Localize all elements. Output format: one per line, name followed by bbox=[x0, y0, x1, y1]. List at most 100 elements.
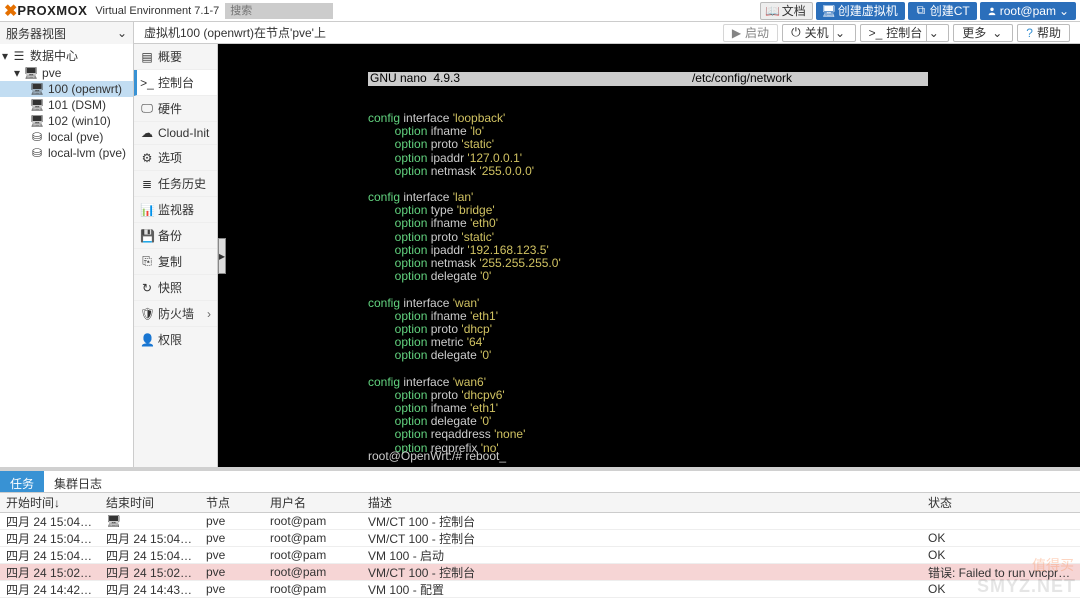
sidemenu-item[interactable]: ⎘复制 bbox=[134, 249, 217, 275]
col-node[interactable]: 节点 bbox=[200, 494, 264, 511]
cell-status: OK bbox=[922, 531, 1080, 545]
vm-console[interactable]: GNU nano 4.9.3 /etc/config/network confi… bbox=[218, 44, 1080, 467]
sidemenu-label: 概要 bbox=[158, 48, 182, 65]
table-row[interactable]: 四月 24 15:04:30四月 24 15:04:31pveroot@pamV… bbox=[0, 547, 1080, 564]
resource-tree[interactable]: ▾☰数据中心▾🖥pve🖥100 (openwrt)🖥101 (DSM)🖥102 … bbox=[0, 44, 134, 467]
cell-end: 🖥 bbox=[100, 514, 200, 528]
sidemenu-label: 监视器 bbox=[158, 201, 194, 218]
docs-label: 文档 bbox=[782, 2, 806, 19]
tree-item[interactable]: ⛁ local-lvm (pve) bbox=[0, 145, 133, 161]
sidemenu-item[interactable]: ≣任务历史 bbox=[134, 171, 217, 197]
sidemenu-item[interactable]: 💾备份 bbox=[134, 223, 217, 249]
col-desc[interactable]: 描述 bbox=[362, 494, 922, 511]
table-row[interactable]: 四月 24 15:02:23四月 24 15:02:27pveroot@pamV… bbox=[0, 564, 1080, 581]
sidemenu-item[interactable]: 👤 权限 bbox=[134, 327, 217, 352]
storage-icon: ⛁ bbox=[30, 146, 44, 160]
cloud-icon: ☁ bbox=[140, 126, 154, 140]
terminal-icon: >_ bbox=[140, 76, 154, 90]
cell-start: 四月 24 15:04:30 bbox=[0, 547, 100, 564]
logo-x-icon: ✖ bbox=[4, 1, 15, 21]
storage-icon: ⛁ bbox=[30, 130, 44, 144]
cell-node: pve bbox=[200, 514, 264, 528]
vm-sidemenu[interactable]: ▤ 概要 >_控制台🖵硬件 ☁ Cloud-Init ⚙选项≣任务历史📊监视器💾备份⎘复制… bbox=[134, 44, 218, 467]
cell-desc: VM 100 - 配置 bbox=[362, 581, 922, 598]
sidemenu-item[interactable]: ↻快照 bbox=[134, 275, 217, 301]
collapse-handle[interactable]: ▸ bbox=[218, 238, 226, 274]
help-label: 帮助 bbox=[1037, 24, 1061, 41]
tree-item-label: local-lvm (pve) bbox=[48, 146, 126, 160]
task-grid[interactable]: 开始时间↓ 结束时间 节点 用户名 描述 状态 四月 24 15:04:31🖥p… bbox=[0, 493, 1080, 601]
cell-end: 四月 24 15:04:32 bbox=[100, 530, 200, 547]
col-user[interactable]: 用户名 bbox=[264, 494, 362, 511]
task-panel: 任务 集群日志 开始时间↓ 结束时间 节点 用户名 描述 状态 四月 24 15… bbox=[0, 467, 1080, 601]
sidemenu-label: 硬件 bbox=[158, 100, 182, 117]
start-button[interactable]: ▶启动 bbox=[723, 24, 778, 42]
create-ct-label: 创建CT bbox=[930, 2, 970, 19]
search-input[interactable] bbox=[225, 3, 333, 19]
config-body: config interface 'loopback' option ifnam… bbox=[368, 112, 928, 467]
tree-item[interactable]: ⛁ local (pve) bbox=[0, 129, 133, 145]
tree-item-label: 101 (DSM) bbox=[48, 98, 106, 112]
sidemenu-item[interactable]: 🛡防火墙› bbox=[134, 301, 217, 327]
view-selector[interactable]: 服务器视图 ⌄ bbox=[0, 22, 134, 44]
tree-item-label: 102 (win10) bbox=[48, 114, 111, 128]
create-vm-button[interactable]: 🖥创建虚拟机 bbox=[816, 2, 905, 20]
cell-user: root@pam bbox=[264, 514, 362, 528]
tree-item[interactable]: 🖥100 (openwrt) bbox=[0, 81, 133, 97]
shield-icon: 🛡 bbox=[140, 307, 154, 321]
user-icon bbox=[987, 6, 997, 16]
chevron-down-icon[interactable]: ⌄ bbox=[926, 25, 940, 41]
tree-item[interactable]: 🖥 101 (DSM) bbox=[0, 97, 133, 113]
cell-start: 四月 24 14:42:59 bbox=[0, 581, 100, 598]
sidemenu-item[interactable]: 📊监视器 bbox=[134, 197, 217, 223]
create-ct-button[interactable]: ⧉创建CT bbox=[908, 2, 977, 20]
view-row: 服务器视图 ⌄ 虚拟机100 (openwrt)在节点'pve'上 ▶启动 ⏻关… bbox=[0, 22, 1080, 44]
cell-node: pve bbox=[200, 565, 264, 579]
sidemenu-label: 权限 bbox=[158, 331, 182, 348]
more-button[interactable]: 更多⌄ bbox=[953, 24, 1013, 42]
col-end[interactable]: 结束时间 bbox=[100, 494, 200, 511]
play-icon: ▶ bbox=[732, 26, 741, 40]
monitor-icon: 🖥 bbox=[823, 4, 835, 18]
sidemenu-item[interactable]: >_控制台 bbox=[134, 70, 217, 96]
tab-tasks[interactable]: 任务 bbox=[0, 471, 44, 492]
cell-desc: VM/CT 100 - 控制台 bbox=[362, 564, 922, 581]
console-button[interactable]: >_控制台⌄ bbox=[860, 24, 950, 42]
monitor-icon: 🖥 bbox=[106, 514, 121, 528]
sidemenu-label: 快照 bbox=[158, 279, 182, 296]
sidemenu-label: Cloud-Init bbox=[158, 126, 209, 140]
tree-item[interactable]: ▾☰数据中心 bbox=[0, 46, 133, 65]
table-row[interactable]: 四月 24 14:42:59四月 24 14:43:00pveroot@pamV… bbox=[0, 581, 1080, 598]
sidemenu-label: 选项 bbox=[158, 149, 182, 166]
copy-icon: ⎘ bbox=[140, 254, 154, 269]
docs-button[interactable]: 📖文档 bbox=[760, 2, 813, 20]
user-icon: 👤 bbox=[140, 333, 154, 347]
book-icon: ▤ bbox=[140, 50, 154, 64]
user-menu-button[interactable]: root@pam ⌄ bbox=[980, 2, 1076, 20]
cell-end: 四月 24 15:02:27 bbox=[100, 564, 200, 581]
vm-icon: 🖥 bbox=[30, 114, 44, 128]
col-status[interactable]: 状态 bbox=[922, 494, 1080, 511]
sidemenu-label: 防火墙 bbox=[158, 305, 194, 322]
table-row[interactable]: 四月 24 15:04:31四月 24 15:04:32pveroot@pamV… bbox=[0, 530, 1080, 547]
action-toolbar: ▶启动 ⏻关机⌄ >_控制台⌄ 更多⌄ ?帮助 bbox=[723, 24, 1070, 42]
sidemenu-item[interactable]: ☁ Cloud-Init bbox=[134, 122, 217, 145]
content-area: ▸ GNU nano 4.9.3 /etc/config/network con… bbox=[218, 44, 1080, 467]
vm-icon: 🖥 bbox=[30, 98, 44, 112]
tab-cluster-log[interactable]: 集群日志 bbox=[44, 471, 112, 492]
tree-item[interactable]: ▾🖥pve bbox=[0, 65, 133, 81]
tree-item[interactable]: 🖥 102 (win10) bbox=[0, 113, 133, 129]
tree-item-label: local (pve) bbox=[48, 130, 103, 144]
tree-item-label: 数据中心 bbox=[30, 47, 78, 64]
table-row[interactable]: 四月 24 15:04:31🖥pveroot@pamVM/CT 100 - 控制… bbox=[0, 513, 1080, 530]
col-start[interactable]: 开始时间↓ bbox=[0, 494, 100, 511]
tree-item-label: pve bbox=[42, 66, 61, 80]
chevron-down-icon[interactable]: ⌄ bbox=[833, 25, 847, 41]
shutdown-button[interactable]: ⏻关机⌄ bbox=[782, 24, 856, 42]
sort-down-icon: ↓ bbox=[54, 496, 60, 510]
sidemenu-item[interactable]: ⚙选项 bbox=[134, 145, 217, 171]
vm-icon: 🖥 bbox=[30, 82, 44, 96]
sidemenu-item[interactable]: ▤ 概要 bbox=[134, 44, 217, 70]
sidemenu-item[interactable]: 🖵硬件 bbox=[134, 96, 217, 122]
help-button[interactable]: ?帮助 bbox=[1017, 24, 1070, 42]
